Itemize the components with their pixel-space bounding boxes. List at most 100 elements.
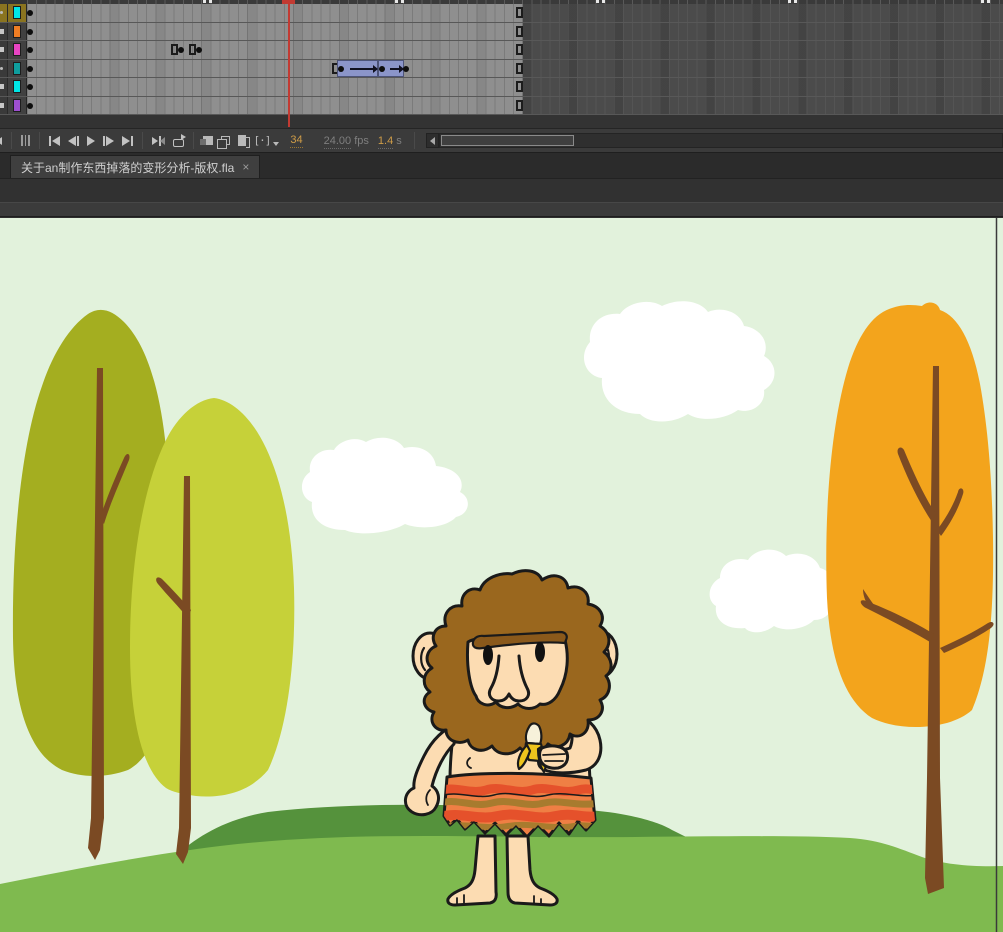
- scroll-left-icon[interactable]: [0, 133, 6, 149]
- ruler-frame-label: [788, 0, 791, 3]
- layer-outline-color-swatch[interactable]: [13, 25, 21, 38]
- stage-canvas[interactable]: [0, 218, 1003, 932]
- skirt-stripe-olive-1: [440, 802, 600, 805]
- layer-swatch-cell[interactable]: [8, 78, 27, 96]
- layer-swatch-cell[interactable]: [8, 4, 27, 22]
- keyframe-dot[interactable]: [403, 66, 409, 72]
- edit-bar: [0, 202, 1003, 217]
- timeline-empty-area: [0, 115, 1003, 128]
- ruler-frame-label: [401, 0, 404, 3]
- layer-icon-column: [0, 4, 8, 22]
- frame-end-marker: [516, 63, 523, 74]
- document-tab-title: 关于an制作东西掉落的变形分析-版权.fla: [21, 159, 234, 176]
- ruler-frame-label: [987, 0, 990, 3]
- timeline-layer-row[interactable]: [0, 78, 1003, 97]
- skirt-stripe-red-1: [440, 789, 600, 792]
- timeline-layer-row[interactable]: [0, 23, 1003, 42]
- frame-span[interactable]: [27, 60, 523, 78]
- layer-icon-partial: [0, 47, 4, 52]
- keyframe-dot[interactable]: [27, 103, 33, 109]
- timeline-panel: [0, 0, 1003, 128]
- keyframe-dot[interactable]: [27, 47, 33, 53]
- divider: [39, 132, 40, 149]
- animate-window: [·] 34 24.00 fps 1.4 s 关于an制作东西掉落的变形分析-版…: [0, 0, 1003, 932]
- layer-icon-column: [0, 41, 8, 59]
- layer-swatch-cell[interactable]: [8, 97, 27, 115]
- divider: [11, 132, 12, 149]
- layer-outline-color-swatch[interactable]: [13, 99, 21, 112]
- timeline-layer-row[interactable]: [0, 41, 1003, 60]
- layer-outline-color-swatch[interactable]: [13, 6, 21, 19]
- playhead-handle[interactable]: [282, 0, 295, 4]
- divider: [142, 132, 143, 149]
- ruler-frame-label: [794, 0, 797, 3]
- layer-frames-track[interactable]: [27, 60, 1003, 78]
- layer-outline-color-swatch[interactable]: [13, 43, 21, 56]
- timeline-layer-row[interactable]: [0, 4, 1003, 23]
- elapsed-time-field[interactable]: 1.4 s: [378, 135, 402, 147]
- keyframe-dot[interactable]: [27, 10, 33, 16]
- document-tab[interactable]: 关于an制作东西掉落的变形分析-版权.fla ×: [10, 155, 260, 178]
- keyframe-dot[interactable]: [27, 66, 33, 72]
- grip-icon[interactable]: [17, 133, 34, 149]
- onion-skin-outlines-icon[interactable]: [217, 133, 234, 149]
- go-to-first-frame-button[interactable]: [45, 133, 64, 149]
- frame-span[interactable]: [27, 23, 523, 41]
- center-frame-icon[interactable]: [148, 133, 169, 149]
- left-eye: [483, 645, 493, 665]
- keyframe-dot[interactable]: [178, 47, 184, 53]
- layer-swatch-cell[interactable]: [8, 41, 27, 59]
- frame-span[interactable]: [27, 97, 523, 115]
- edit-multiple-frames-icon[interactable]: [234, 133, 250, 149]
- banana-flesh: [526, 723, 541, 744]
- scrollbar-left-arrow[interactable]: [426, 133, 439, 148]
- close-icon[interactable]: ×: [242, 160, 249, 174]
- layer-outline-color-swatch[interactable]: [13, 62, 21, 75]
- keyframe-dot[interactable]: [27, 29, 33, 35]
- layer-frames-track[interactable]: [27, 23, 1003, 41]
- layer-icon-partial: [0, 29, 4, 34]
- layer-frames-track[interactable]: [27, 78, 1003, 96]
- layer-frames-track[interactable]: [27, 97, 1003, 115]
- step-forward-button[interactable]: [99, 133, 118, 149]
- play-button[interactable]: [83, 133, 99, 149]
- frame-span[interactable]: [27, 41, 523, 59]
- loop-playback-icon[interactable]: [169, 133, 188, 149]
- ruler-frame-label: [395, 0, 398, 3]
- frame-end-marker: [189, 44, 196, 55]
- frame-span[interactable]: [27, 78, 523, 96]
- layer-swatch-cell[interactable]: [8, 60, 27, 78]
- layer-frames-track[interactable]: [27, 41, 1003, 59]
- timeline-layer-row[interactable]: [0, 97, 1003, 116]
- layer-icon-column: [0, 23, 8, 41]
- timeline-layer-row[interactable]: [0, 60, 1003, 79]
- scrollbar-thumb[interactable]: [441, 135, 574, 146]
- keyframe-dot[interactable]: [338, 66, 344, 72]
- layer-icon-column: [0, 60, 8, 78]
- layer-swatch-cell[interactable]: [8, 23, 27, 41]
- timeline-scrollbar[interactable]: [426, 132, 1003, 149]
- modify-onion-markers-icon[interactable]: [·]: [250, 133, 284, 149]
- keyframe-dot[interactable]: [196, 47, 202, 53]
- layer-outline-color-swatch[interactable]: [13, 80, 21, 93]
- layer-frames-track[interactable]: [27, 4, 1003, 22]
- frame-rate-field[interactable]: 24.00 fps: [324, 135, 369, 147]
- frame-end-marker: [171, 44, 178, 55]
- ruler-frame-label: [209, 0, 212, 3]
- step-back-button[interactable]: [64, 133, 83, 149]
- onion-skin-icon[interactable]: [199, 133, 217, 149]
- keyframe-dot[interactable]: [27, 84, 33, 90]
- layer-icon-partial: [0, 103, 4, 108]
- current-frame-field[interactable]: 34: [290, 134, 302, 148]
- playhead[interactable]: [288, 0, 290, 127]
- tween-arrow: [350, 68, 373, 70]
- frame-span[interactable]: [27, 4, 523, 22]
- go-to-last-frame-button[interactable]: [118, 133, 137, 149]
- document-tab-bar: 关于an制作东西掉落的变形分析-版权.fla ×: [0, 153, 1003, 179]
- ruler-frame-label: [981, 0, 984, 3]
- scrollbar-track[interactable]: [439, 133, 1003, 148]
- layer-icon-partial: [0, 84, 4, 89]
- frame-end-marker: [516, 26, 523, 37]
- frame-end-marker: [516, 7, 523, 18]
- keyframe-dot[interactable]: [379, 66, 385, 72]
